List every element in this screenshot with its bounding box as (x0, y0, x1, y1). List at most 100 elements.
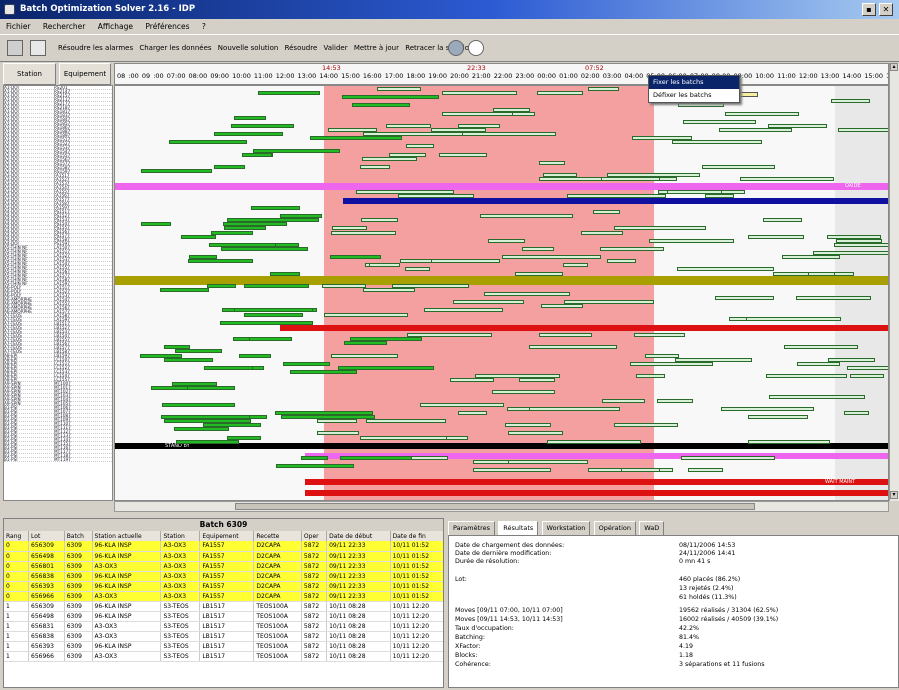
gantt-bar[interactable] (168, 140, 247, 145)
gantt-bar[interactable] (763, 218, 802, 223)
validate-button[interactable]: Valider (324, 44, 348, 52)
gantt-bar[interactable] (536, 91, 584, 96)
gantt-bar[interactable] (431, 259, 501, 264)
gantt-bar[interactable] (502, 255, 601, 260)
table-row[interactable]: 0 656801 6309 A3-OX3 A3-OX3 FA1557 D2CAPA 5872 0… (4, 561, 443, 572)
table-row[interactable]: 0 656309 6309 96-KLA INSP A3-OX3 FA1557 D2CAPA… (4, 541, 443, 552)
menu-help[interactable]: ? (202, 22, 206, 31)
gantt-bar[interactable] (163, 357, 213, 362)
gantt-bar[interactable] (472, 460, 510, 465)
gantt-bar[interactable] (724, 111, 799, 116)
gantt-bar[interactable] (747, 439, 831, 444)
menu-affichage[interactable]: Affichage (98, 22, 133, 31)
gantt-bar[interactable] (504, 423, 552, 428)
gantt-bar[interactable] (339, 456, 413, 460)
gantt-bar[interactable] (702, 164, 776, 169)
gantt-chart[interactable]: OXIDE STAND BY WAIT MAINT (114, 85, 889, 501)
update-button[interactable]: Mettre à jour (354, 44, 399, 52)
gantt-bar[interactable] (175, 439, 240, 444)
gantt-bar[interactable] (620, 468, 660, 473)
gantt-bar[interactable] (682, 119, 757, 124)
gantt-bar[interactable] (649, 238, 734, 243)
gantt-bar[interactable] (601, 398, 646, 403)
gantt-bar[interactable] (300, 456, 328, 460)
gantt-bar[interactable] (472, 468, 551, 473)
gantt-bar[interactable] (720, 406, 814, 411)
table-row[interactable]: 1 656838 6309 A3-OX3 S3-TEOS LB1517 TEOS100A 58… (4, 631, 443, 642)
gantt-bar[interactable] (768, 394, 866, 399)
new-solution-button[interactable]: Nouvelle solution (218, 44, 279, 52)
table-row[interactable]: 1 656966 6309 A3-OX3 S3-TEOS LB1517 TEOS100A 58… (4, 651, 443, 662)
gantt-bar[interactable] (270, 271, 301, 276)
gantt-bar[interactable] (539, 177, 602, 182)
gantt-bar[interactable] (541, 304, 584, 309)
gantt-bar[interactable] (483, 292, 570, 296)
menu-rechercher[interactable]: Rechercher (43, 22, 85, 31)
gantt-bar[interactable] (498, 460, 589, 465)
save-icon[interactable] (30, 40, 46, 56)
gantt-bar[interactable] (361, 156, 417, 161)
column-header[interactable]: Batch (64, 531, 93, 541)
gantt-bar[interactable] (214, 164, 245, 169)
gantt-bar[interactable] (220, 246, 308, 251)
gantt-bar[interactable] (441, 91, 518, 96)
gantt-bar[interactable] (322, 283, 366, 288)
column-header[interactable]: Equipement (199, 531, 255, 541)
gantt-bar[interactable] (636, 374, 665, 378)
gantt-bar[interactable] (488, 238, 526, 243)
column-header[interactable]: Station actuelle (92, 531, 162, 541)
gantt-bar[interactable] (633, 333, 685, 337)
gantt-bar[interactable] (244, 283, 310, 288)
scroll-thumb[interactable] (235, 503, 755, 510)
gantt-bar[interactable] (459, 132, 556, 137)
gantt-bar[interactable] (439, 152, 487, 157)
gantt-bar[interactable] (837, 128, 888, 132)
gantt-bar[interactable] (206, 283, 236, 288)
gantt-bar[interactable] (784, 345, 859, 350)
gantt-bar[interactable] (219, 320, 313, 325)
gantt-bar[interactable] (188, 259, 253, 264)
table-row[interactable]: 0 656966 6309 A3-OX3 A3-OX3 FA1557 D2CAPA 5872 0… (4, 591, 443, 602)
table-row[interactable]: 1 656498 6309 96-KLA INSP S3-TEOS LB1517 TEOS1… (4, 611, 443, 622)
gantt-bar[interactable] (258, 91, 320, 96)
tab-resultats[interactable]: Résultats (498, 521, 539, 535)
gantt-bar[interactable] (850, 374, 884, 378)
gantt-bar[interactable] (457, 410, 488, 415)
column-header[interactable]: Date de début (326, 531, 391, 541)
gantt-bar[interactable] (613, 226, 707, 231)
gantt-bar[interactable] (351, 103, 411, 108)
gantt-bar[interactable] (797, 361, 840, 366)
context-menu[interactable]: Fixer les batchs Défixer les batchs (648, 75, 740, 103)
gantt-bar[interactable] (289, 369, 357, 374)
column-header[interactable]: Station (160, 531, 201, 541)
gantt-bar[interactable] (492, 390, 556, 395)
gantt-bar[interactable] (141, 169, 212, 173)
column-header[interactable]: Rang (4, 531, 30, 541)
gantt-bar[interactable] (746, 316, 842, 321)
resolve-alarms-button[interactable]: Résoudre les alarmes (58, 44, 133, 52)
tab-workstation[interactable]: Workstation (541, 521, 591, 535)
gantt-bar[interactable] (580, 230, 623, 235)
table-row[interactable]: 0 656393 6309 96-KLA INSP A3-OX3 FA1557 D2CAPA… (4, 581, 443, 592)
gantt-bar[interactable] (546, 439, 641, 444)
gantt-bar[interactable] (519, 378, 556, 383)
gantt-bar[interactable] (377, 87, 421, 91)
gantt-bar[interactable] (834, 242, 888, 247)
gantt-bar[interactable] (748, 415, 809, 419)
gantt-bar[interactable] (423, 308, 504, 313)
gantt-bar[interactable] (507, 431, 563, 436)
load-data-button[interactable]: Charger les données (139, 44, 211, 52)
gantt-bar[interactable] (366, 419, 447, 424)
gantt-bar[interactable] (656, 398, 693, 403)
equipment-column-header[interactable]: Equipement (59, 63, 111, 85)
gantt-bar[interactable] (405, 267, 431, 272)
gantt-bar[interactable] (606, 259, 636, 264)
column-header[interactable]: Oper (301, 531, 328, 541)
gantt-bar[interactable] (251, 205, 300, 210)
gantt-bar[interactable] (614, 423, 678, 428)
gantt-bar[interactable] (359, 164, 390, 169)
gantt-bar[interactable] (450, 378, 494, 383)
gantt-bar[interactable] (677, 103, 724, 108)
gantt-bar[interactable] (567, 193, 667, 198)
gantt-bar[interactable] (406, 144, 434, 149)
